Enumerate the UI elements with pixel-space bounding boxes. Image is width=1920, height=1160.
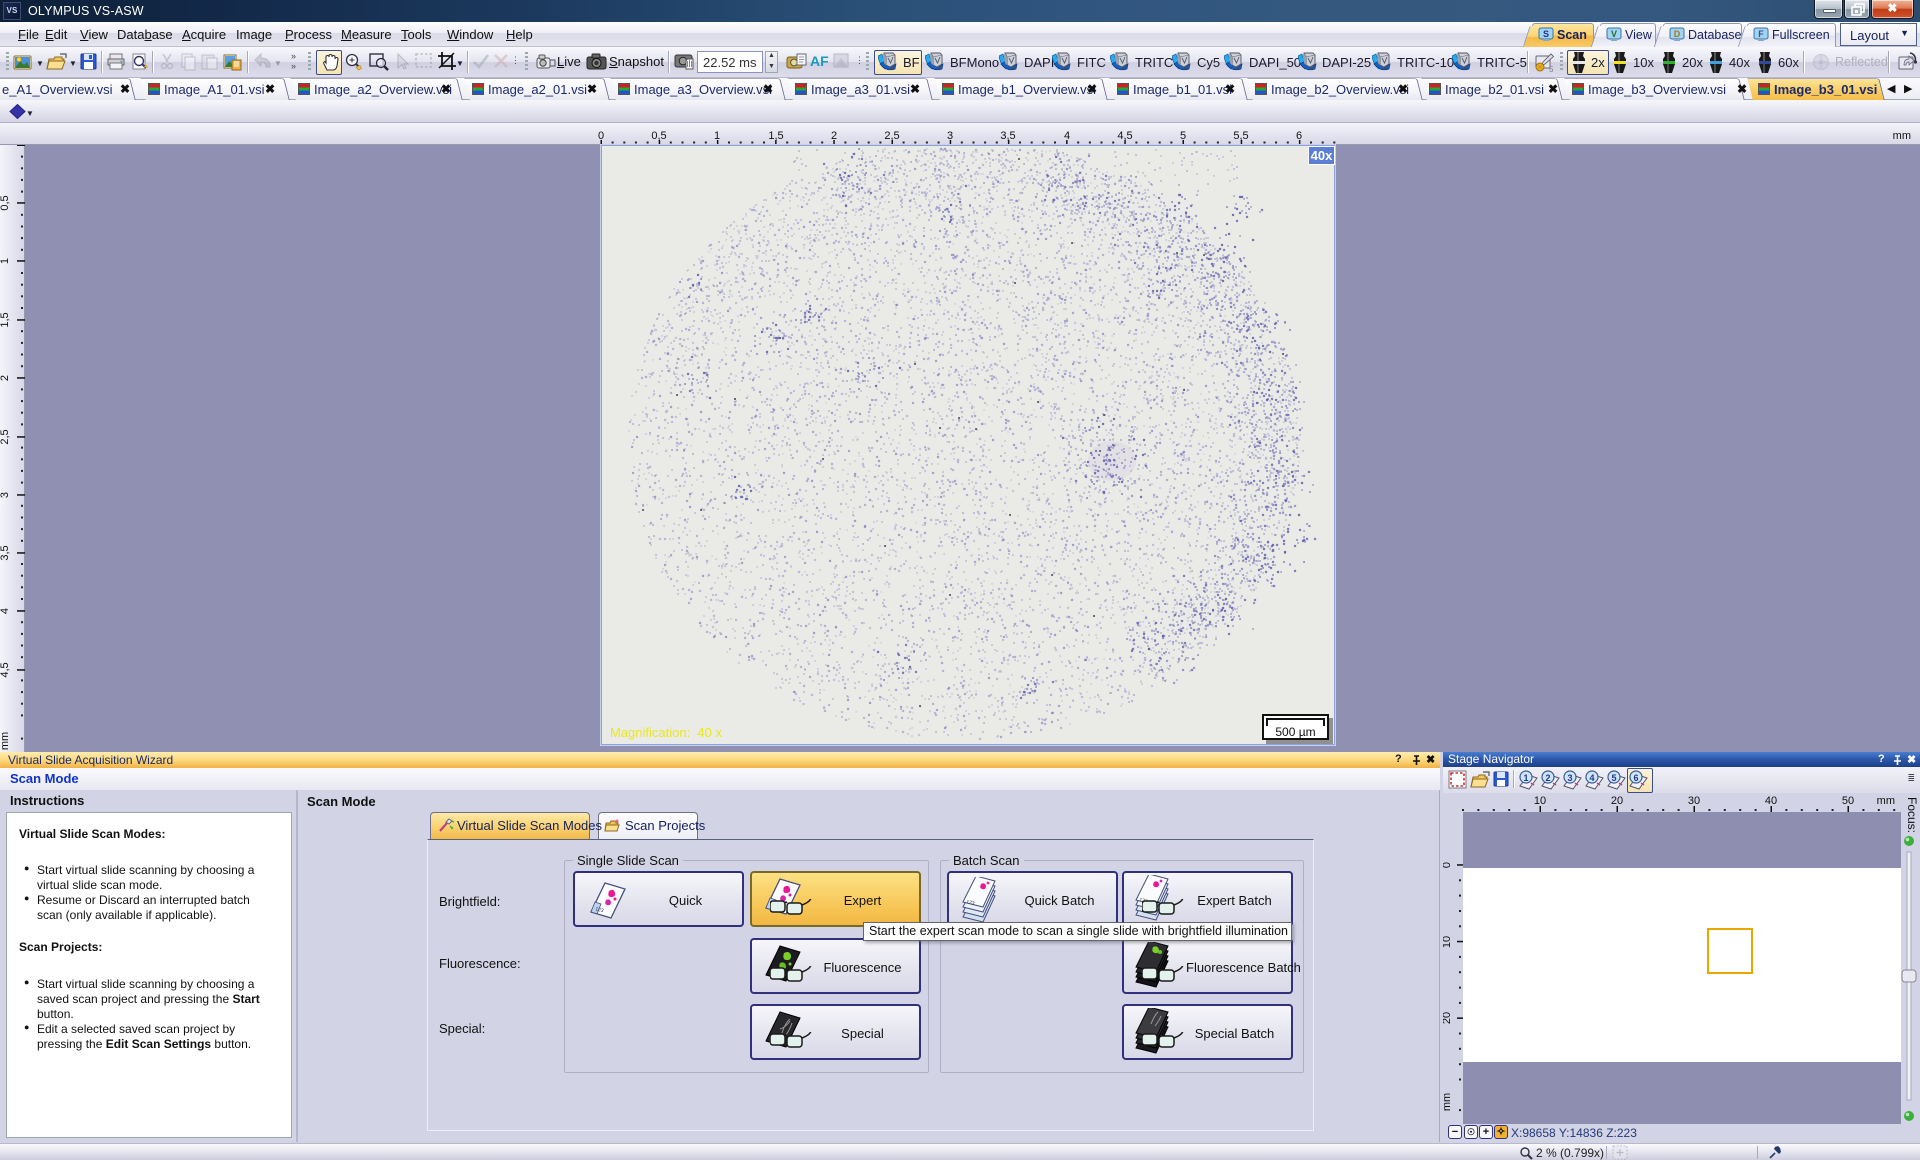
svg-text:4: 4 bbox=[1589, 773, 1594, 783]
svg-text:3: 3 bbox=[1567, 773, 1572, 783]
svg-text:1: 1 bbox=[1523, 773, 1528, 783]
svg-text:mm: mm bbox=[1893, 130, 1911, 142]
svg-text:4: 4 bbox=[0, 608, 11, 614]
svg-text:S: S bbox=[1543, 29, 1549, 39]
svg-text:20: 20 bbox=[1443, 1012, 1453, 1024]
svg-text:mm: mm bbox=[1877, 795, 1895, 807]
svg-text:10: 10 bbox=[1443, 936, 1453, 948]
svg-text:50: 50 bbox=[1842, 795, 1854, 807]
svg-text:1: 1 bbox=[0, 258, 11, 264]
svg-text:0: 0 bbox=[1443, 862, 1453, 868]
svg-text:2,5: 2,5 bbox=[0, 429, 11, 444]
svg-text:V: V bbox=[1611, 29, 1617, 39]
svg-text:2: 2 bbox=[1545, 773, 1550, 783]
svg-text:F: F bbox=[1758, 29, 1764, 39]
svg-text:30: 30 bbox=[1688, 795, 1700, 807]
svg-text:5: 5 bbox=[1549, 65, 1554, 74]
svg-text:4,5: 4,5 bbox=[0, 662, 11, 677]
svg-text:3,5: 3,5 bbox=[0, 545, 11, 560]
svg-text:2: 2 bbox=[0, 375, 11, 381]
svg-text:20: 20 bbox=[1611, 795, 1623, 807]
svg-text:0,5: 0,5 bbox=[0, 195, 11, 210]
svg-text:5: 5 bbox=[1611, 773, 1616, 783]
svg-text:mm: mm bbox=[1443, 1093, 1453, 1111]
svg-text:10: 10 bbox=[1534, 795, 1546, 807]
svg-text:1,5: 1,5 bbox=[0, 312, 11, 327]
svg-text:D: D bbox=[1674, 29, 1681, 39]
svg-text:40: 40 bbox=[1765, 795, 1777, 807]
svg-text:3: 3 bbox=[0, 492, 11, 498]
svg-text:6: 6 bbox=[1633, 773, 1638, 783]
svg-text:mm: mm bbox=[0, 732, 11, 750]
